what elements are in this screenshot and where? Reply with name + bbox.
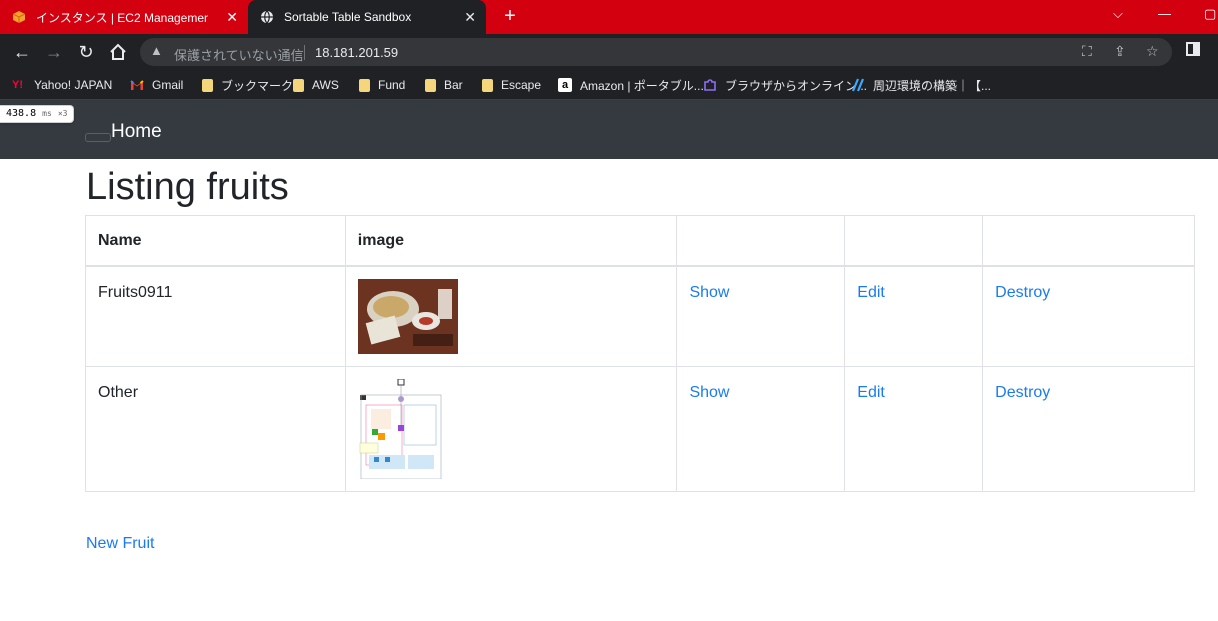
aws-box-icon: [12, 11, 26, 23]
forward-arrow-icon[interactable]: →: [42, 40, 66, 64]
table-row: Other Show Edit Destroy: [85, 365, 1195, 492]
bookmark-environment[interactable]: 周辺環境の構築｜【...: [851, 77, 991, 93]
bookmark-label: Amazon | ポータブル...: [580, 78, 704, 93]
maximize-icon[interactable]: ▢: [1204, 6, 1216, 22]
timing-badge: 438.8 ms ×3: [0, 105, 75, 123]
globe-icon: [261, 10, 273, 24]
side-panel-icon[interactable]: [1186, 42, 1200, 60]
show-link[interactable]: Show: [689, 384, 729, 401]
puzzle-icon: [704, 79, 716, 91]
folder-icon: [425, 78, 436, 92]
bookmark-online-browser[interactable]: ブラウザからオンライン...: [703, 77, 867, 93]
bookmark-label: ブラウザからオンライン...: [725, 78, 868, 93]
tab-search-chevron-icon[interactable]: ⌵: [1113, 6, 1123, 22]
cell-image: [344, 365, 678, 492]
tab-close-icon[interactable]: ✕: [464, 9, 476, 25]
new-tab-plus-icon[interactable]: +: [500, 6, 520, 26]
destroy-link[interactable]: Destroy: [995, 384, 1050, 401]
column-header-show: [676, 215, 846, 267]
bookmark-label: Gmail: [152, 78, 184, 92]
cell-edit: Edit: [844, 365, 984, 492]
bookmark-folder-bar[interactable]: Bar: [425, 77, 463, 93]
bookmarks-bar: Y! Yahoo! JAPAN Gmail ブックマーク AWS Fund Ba…: [0, 70, 1218, 100]
site-icon: [851, 78, 865, 92]
navbar-toggler-button[interactable]: [85, 133, 111, 142]
minimize-icon[interactable]: —: [1158, 6, 1171, 21]
show-link[interactable]: Show: [689, 284, 729, 301]
tab-strip: インスタンス | EC2 Management Co ✕ Sortable Ta…: [0, 0, 1218, 34]
tab-close-icon[interactable]: ✕: [226, 9, 238, 25]
site-navbar: Home: [0, 100, 1218, 159]
page-title: Listing fruits: [86, 166, 289, 208]
column-header-edit: [844, 215, 984, 267]
table-header-row: Name image: [85, 215, 1195, 267]
share-icon[interactable]: ⇪: [1114, 43, 1126, 60]
folder-icon: [482, 78, 493, 92]
tab-ec2[interactable]: インスタンス | EC2 Management Co ✕: [12, 0, 248, 34]
back-arrow-icon[interactable]: ←: [10, 40, 34, 64]
tab-sortable-table[interactable]: Sortable Table Sandbox ✕: [248, 0, 486, 34]
yahoo-icon: Y!: [12, 79, 23, 91]
column-header-name: Name: [85, 215, 346, 267]
cell-destroy: Destroy: [982, 365, 1195, 492]
translate-icon[interactable]: ⛶: [1082, 43, 1092, 60]
timing-count: ×3: [57, 109, 68, 118]
cell-name: Other: [85, 365, 346, 492]
bookmark-label: 周辺環境の構築｜【...: [873, 78, 992, 93]
table-row: Fruits0911 Show Edit Destroy: [85, 265, 1195, 367]
edit-link[interactable]: Edit: [857, 384, 885, 401]
address-bar[interactable]: ▲ 保護されていない通信 18.181.201.59 ⛶ ⇪ ☆: [140, 38, 1172, 66]
new-fruit-link[interactable]: New Fruit: [86, 535, 154, 553]
bookmark-label: Yahoo! JAPAN: [34, 78, 113, 92]
cell-show: Show: [676, 365, 846, 492]
bookmark-folder-aws[interactable]: AWS: [293, 77, 339, 93]
bookmark-yahoo[interactable]: Y! Yahoo! JAPAN: [12, 77, 112, 93]
cell-destroy: Destroy: [982, 265, 1195, 367]
edit-link[interactable]: Edit: [857, 284, 885, 301]
column-header-destroy: [982, 215, 1195, 267]
destroy-link[interactable]: Destroy: [995, 284, 1050, 301]
page-viewport: Home 438.8 ms ×3 Listing fruits Name ima…: [0, 100, 1218, 621]
home-icon[interactable]: [106, 40, 130, 64]
bookmark-label: Bar: [444, 78, 463, 92]
bookmark-label: ブックマーク: [221, 78, 294, 93]
bookmark-amazon[interactable]: a Amazon | ポータブル...: [558, 77, 704, 93]
diagram-thumbnail-image[interactable]: [357, 378, 458, 479]
gmail-icon: [130, 80, 144, 90]
bookmark-label: AWS: [312, 78, 339, 92]
divider: [304, 45, 305, 60]
bookmark-label: Escape: [501, 78, 542, 92]
url-text[interactable]: 18.181.201.59: [315, 45, 398, 60]
folder-icon: [202, 78, 213, 92]
timing-unit: ms: [42, 109, 52, 118]
reload-icon[interactable]: ↻: [74, 40, 98, 64]
cell-name: Fruits0911: [85, 265, 346, 367]
fruit-thumbnail-image[interactable]: [357, 278, 458, 354]
warning-icon[interactable]: ▲: [150, 43, 163, 58]
cell-edit: Edit: [844, 265, 984, 367]
bookmark-star-icon[interactable]: ☆: [1146, 43, 1159, 60]
tab-title: インスタンス | EC2 Management Co: [36, 10, 208, 25]
bookmark-label: Fund: [378, 78, 406, 92]
cell-image: [344, 265, 678, 367]
folder-icon: [359, 78, 370, 92]
navbar-brand-home[interactable]: Home: [111, 121, 162, 143]
column-header-image: image: [344, 215, 678, 267]
bookmark-folder-bookmark[interactable]: ブックマーク: [202, 77, 293, 93]
cell-show: Show: [676, 265, 846, 367]
timing-value: 438.8: [6, 108, 37, 119]
security-label[interactable]: 保護されていない通信: [174, 45, 304, 64]
bookmark-gmail[interactable]: Gmail: [130, 77, 183, 93]
bookmark-folder-fund[interactable]: Fund: [359, 77, 405, 93]
tab-title: Sortable Table Sandbox: [284, 10, 412, 24]
amazon-icon: a: [558, 78, 572, 92]
browser-toolbar: ← → ↻ ▲ 保護されていない通信 18.181.201.59 ⛶ ⇪ ☆: [0, 34, 1218, 70]
bookmark-folder-escape[interactable]: Escape: [482, 77, 541, 93]
fruits-table: Name image Fruits0911 Show Edit Destroy …: [85, 215, 1195, 492]
folder-icon: [293, 78, 304, 92]
